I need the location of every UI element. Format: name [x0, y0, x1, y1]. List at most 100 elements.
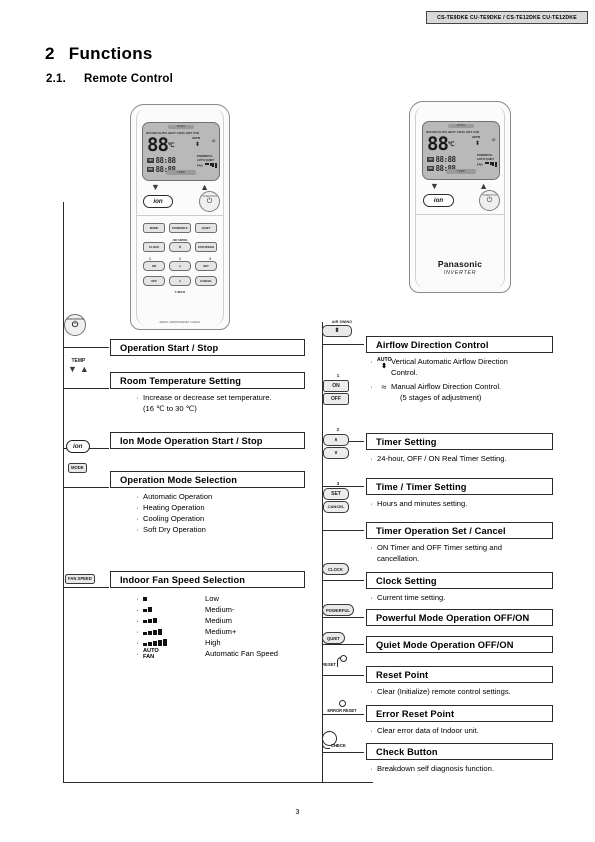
bullet-text: Current time setting. — [377, 593, 446, 602]
lcd-fan-row: FAN — [197, 162, 217, 168]
timer-off-chip-button[interactable]: OFF — [323, 393, 349, 405]
bullet-item: · Breakdown self diagnosis function. — [366, 764, 588, 775]
fan-airflow-icon-right: ≈ — [491, 136, 497, 145]
powerful-chip-icon[interactable]: POWERFUL — [322, 604, 354, 616]
mode-button[interactable]: MODE — [143, 223, 165, 233]
timer-on-button[interactable]: ON — [143, 261, 165, 271]
down-button[interactable]: ∨ — [169, 275, 191, 286]
airswing-chip-label: AIR SWING — [331, 320, 353, 324]
power-chip-icon[interactable]: OPERATION ⏻ — [64, 314, 86, 336]
clock-button[interactable]: CLOCK — [143, 242, 165, 252]
remote-control-illustration-right: MODE OFF/ON AUTO HEAT COOL DRY ION 88℃ A… — [409, 101, 511, 293]
page-title: 2 Functions — [45, 44, 153, 64]
mark-1: 1 — [149, 256, 151, 261]
power-button-left[interactable]: OPERATION ⏻ — [199, 191, 220, 212]
timer-off-button[interactable]: OFF — [143, 275, 165, 286]
auto-fan-line2: FAN — [143, 654, 155, 660]
chip-check-button[interactable]: CHECK — [320, 731, 360, 751]
bullet-dot: · — [136, 525, 139, 534]
timer-group-label: TIMER — [174, 290, 186, 294]
pad-number-marks: 1 2 3 — [143, 257, 217, 261]
temp-chip-arrows[interactable]: ▼ ▲ — [68, 365, 89, 374]
check-chip-label: CHECK — [331, 743, 346, 748]
chip-quiet-button[interactable]: QUIET — [322, 632, 345, 644]
bullet-dot: · — [136, 594, 139, 603]
bullet-item: · ≈ Manual Airflow Direction Control. (5… — [366, 382, 588, 403]
temp-down-icon[interactable]: ▼ — [151, 183, 160, 192]
power-button-right[interactable]: OPERATION ⏻ — [479, 190, 500, 211]
chip-set-cancel[interactable]: 3 SET CANCEL — [323, 481, 353, 513]
airswing-chip-icon[interactable]: ⬍ — [322, 324, 352, 337]
desc-timer-setting: · 24-hour, OFF / ON Real Timer Setting. — [366, 454, 588, 465]
up-button[interactable]: ∧ — [169, 261, 191, 271]
timer-on-chip-button[interactable]: ON — [323, 379, 349, 392]
bullet-dot: · — [136, 649, 139, 658]
chip-airswing-button[interactable]: AIR SWING ⬍ — [322, 320, 362, 337]
chip-fanspeed-button[interactable]: FAN SPEED — [65, 574, 95, 584]
fan-speed-button[interactable]: FAN SPEED — [195, 242, 217, 252]
bullet-continuation: cancellation. — [377, 554, 420, 563]
up-chip-button[interactable]: ∧ — [323, 433, 349, 446]
bullet-dot: · — [370, 382, 373, 391]
lcd-timer-on-row-right: ON 88:88 — [427, 155, 456, 164]
chip-power-button[interactable]: OPERATION ⏻ — [64, 314, 86, 336]
set-chip-button[interactable]: SET — [323, 487, 349, 500]
bullet-dot: · — [370, 499, 373, 508]
temp-down-icon-right[interactable]: ▼ — [430, 182, 439, 191]
chip-temp-buttons[interactable]: TEMP ▼ ▲ — [68, 358, 89, 374]
chip-reset-point[interactable]: RESET — [322, 654, 348, 667]
powerful-button[interactable]: POWERFUL — [169, 223, 191, 233]
chip-ion-button[interactable]: ion — [66, 440, 90, 453]
chip-powerful-button[interactable]: POWERFUL — [322, 604, 354, 616]
ion-button-left[interactable]: ion — [143, 195, 173, 208]
reset-point-icon[interactable] — [336, 654, 348, 667]
temperature-arrow-buttons-left[interactable]: ▼ ▲ — [151, 183, 209, 192]
chip-clock-button[interactable]: CLOCK — [322, 563, 349, 575]
mark-2: 2 — [179, 256, 181, 261]
bullet-text: Hours and minutes setting. — [377, 499, 468, 508]
bullet-item: · Hours and minutes setting. — [366, 499, 588, 510]
leader-error-reset — [322, 714, 364, 715]
ion-button-right[interactable]: ion — [423, 194, 454, 207]
temp-chip-up-icon[interactable]: ▲ — [80, 365, 89, 374]
chip-error-reset-point[interactable]: ERROR RESET — [318, 700, 366, 713]
fan-bars-5 — [143, 639, 205, 646]
lcd-auto-label-right: AUTO — [472, 135, 480, 139]
remote-divider-right — [416, 214, 504, 215]
lcd-temp-digits: 88 — [147, 134, 169, 156]
chip-up-down[interactable]: 2 ∧ ∨ — [323, 427, 353, 459]
quiet-button[interactable]: QUIET — [195, 223, 217, 233]
bullet-item: · Clear (Initialize) remote control sett… — [366, 687, 588, 698]
temp-chip-down-icon[interactable]: ▼ — [68, 365, 77, 374]
error-reset-point-icon[interactable] — [338, 700, 346, 707]
callout-operation-start-stop: Operation Start / Stop — [110, 339, 305, 356]
air-swing-button[interactable]: ⬍ — [169, 242, 191, 252]
bullet-dot: · — [370, 687, 373, 696]
lcd-timer-off-mark-right: OFF — [427, 166, 434, 171]
ion-chip-icon[interactable]: ion — [66, 440, 90, 453]
airflow-auto-line2: Control. — [391, 367, 418, 377]
error-reset-chip-label: ERROR RESET — [327, 708, 357, 713]
down-chip-button[interactable]: ∨ — [323, 447, 349, 459]
chip-mode-button[interactable]: MODE — [68, 463, 87, 473]
lcd-timer-off-mark: OFF — [147, 167, 154, 172]
bullet-dot: · — [136, 503, 139, 512]
cancel-button[interactable]: CANCEL — [195, 275, 217, 286]
remote-divider — [137, 215, 223, 216]
temperature-arrow-buttons-right[interactable]: ▼ ▲ — [430, 182, 488, 191]
airflow-auto-icon: AUTO ⬍ — [377, 357, 392, 378]
quiet-chip-icon[interactable]: QUIET — [322, 632, 345, 644]
callout-error-reset-point: Error Reset Point — [366, 705, 553, 722]
fanspeed-chip-icon[interactable]: FAN SPEED — [65, 574, 95, 584]
mode-chip-icon[interactable]: MODE — [68, 463, 87, 473]
set-button[interactable]: SET — [195, 261, 217, 271]
callout-time-timer-setting: Time / Timer Setting — [366, 478, 553, 495]
reset-group-label: RESET / ERROR RESET / CHECK — [159, 321, 201, 324]
airflow-manual-line2: (5 stages of adjustment) — [400, 392, 482, 402]
subsection-number: 2.1. — [46, 73, 66, 85]
clock-chip-icon[interactable]: CLOCK — [322, 563, 349, 575]
chip-timer-on-off[interactable]: 1 ON OFF — [323, 373, 353, 405]
callout-ion-mode: Ion Mode Operation Start / Stop — [110, 432, 305, 449]
cancel-chip-button[interactable]: CANCEL — [323, 501, 349, 513]
callout-powerful-mode: Powerful Mode Operation OFF/ON — [366, 609, 553, 626]
